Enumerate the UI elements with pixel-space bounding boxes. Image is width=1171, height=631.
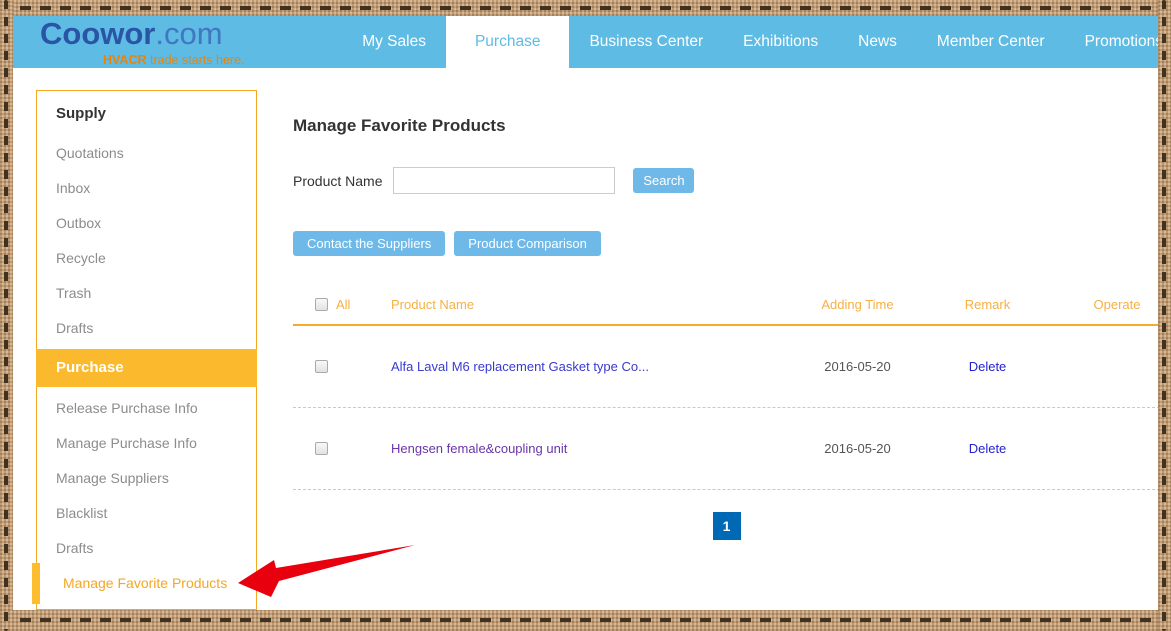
search-button[interactable]: Search — [633, 168, 694, 193]
sidebar-item-recycle[interactable]: Recycle — [37, 241, 256, 276]
favorites-table: All Product Name Adding Time Remark Oper… — [293, 285, 1160, 490]
coowor-manage-favorite-products-page: Coowor.com HVACR trade starts here. My S… — [0, 0, 1171, 631]
logo-brand-text: Coowor — [40, 16, 155, 51]
sidebar-section-supply: Supply — [37, 91, 256, 136]
adding-time-cell: 2016-05-20 — [790, 359, 925, 374]
sidebar-item-inbox[interactable]: Inbox — [37, 171, 256, 206]
main-content: Manage Favorite Products Product Name Se… — [293, 100, 1160, 540]
delete-link[interactable]: Delete — [969, 441, 1007, 456]
sidebar-item-blacklist[interactable]: Blacklist — [37, 496, 256, 531]
main-nav: My Sales Purchase Business Center Exhibi… — [342, 16, 1171, 68]
sidebar-section-purchase[interactable]: Purchase — [36, 349, 257, 387]
nav-tab-news[interactable]: News — [838, 16, 917, 68]
frame-border-top — [0, 0, 1171, 16]
nav-tab-promotions[interactable]: Promotions — [1065, 16, 1171, 68]
row-checkbox-cell — [293, 360, 391, 373]
table-header-row: All Product Name Adding Time Remark Oper… — [293, 285, 1160, 326]
stitch-decoration — [0, 618, 1171, 622]
stitch-decoration — [4, 0, 8, 631]
contact-suppliers-button[interactable]: Contact the Suppliers — [293, 231, 445, 256]
tagline-bold: HVACR — [103, 53, 147, 67]
row-checkbox-cell — [293, 442, 391, 455]
search-row: Product Name Search — [293, 167, 1160, 194]
row-checkbox[interactable] — [315, 360, 328, 373]
nav-tab-business-center[interactable]: Business Center — [569, 16, 723, 68]
header-adding-time: Adding Time — [790, 297, 925, 312]
sidebar: Supply Quotations Inbox Outbox Recycle T… — [36, 90, 257, 610]
stitch-decoration — [1162, 0, 1166, 631]
select-all-label: All — [336, 297, 350, 312]
sidebar-item-manage-suppliers[interactable]: Manage Suppliers — [37, 461, 256, 496]
product-name-cell: Hengsen female&coupling unit — [391, 441, 790, 456]
pagination-page-1[interactable]: 1 — [713, 512, 741, 540]
header-select-all: All — [293, 297, 391, 312]
product-name-cell: Alfa Laval M6 replacement Gasket type Co… — [391, 359, 790, 374]
sidebar-item-quotations[interactable]: Quotations — [37, 136, 256, 171]
frame-border-left — [0, 0, 13, 631]
nav-tab-purchase[interactable]: Purchase — [446, 16, 569, 68]
product-name-input[interactable] — [393, 167, 615, 194]
adding-time-cell: 2016-05-20 — [790, 441, 925, 456]
sidebar-item-purchase-drafts[interactable]: Drafts — [37, 531, 256, 566]
sidebar-item-release-purchase-info[interactable]: Release Purchase Info — [37, 391, 256, 426]
remark-cell: Delete — [925, 441, 1050, 456]
header-product-name: Product Name — [391, 297, 790, 312]
product-link[interactable]: Hengsen female&coupling unit — [391, 441, 567, 456]
table-row: Alfa Laval M6 replacement Gasket type Co… — [293, 326, 1160, 408]
sidebar-item-manage-purchase-info[interactable]: Manage Purchase Info — [37, 426, 256, 461]
sidebar-item-trash[interactable]: Trash — [37, 276, 256, 311]
delete-link[interactable]: Delete — [969, 359, 1007, 374]
logo-suffix-text: .com — [155, 16, 222, 51]
frame-border-bottom — [0, 610, 1171, 631]
stitch-decoration — [0, 6, 1171, 10]
bulk-actions: Contact the Suppliers Product Comparison — [293, 231, 1160, 256]
product-name-label: Product Name — [293, 173, 382, 189]
select-all-checkbox[interactable] — [315, 298, 328, 311]
nav-tab-exhibitions[interactable]: Exhibitions — [723, 16, 838, 68]
nav-tab-my-sales[interactable]: My Sales — [342, 16, 446, 68]
header-remark: Remark — [925, 297, 1050, 312]
header-operate: Operate — [1050, 297, 1160, 312]
remark-cell: Delete — [925, 359, 1050, 374]
nav-tab-member-center[interactable]: Member Center — [917, 16, 1065, 68]
sidebar-item-manage-favorite-products[interactable]: Manage Favorite Products — [37, 566, 256, 601]
row-checkbox[interactable] — [315, 442, 328, 455]
table-row: Hengsen female&coupling unit 2016-05-20 … — [293, 408, 1160, 490]
tagline-rest: trade starts here. — [147, 53, 245, 67]
top-header: Coowor.com HVACR trade starts here. My S… — [13, 16, 1158, 68]
sidebar-item-supply-drafts[interactable]: Drafts — [37, 311, 256, 346]
coowor-logo[interactable]: Coowor.com — [40, 17, 223, 57]
frame-border-right — [1158, 0, 1171, 631]
logo-tagline: HVACR trade starts here. — [103, 53, 245, 67]
product-comparison-button[interactable]: Product Comparison — [454, 231, 601, 256]
sidebar-purchase-list: Release Purchase Info Manage Purchase In… — [37, 387, 256, 601]
sidebar-item-outbox[interactable]: Outbox — [37, 206, 256, 241]
product-link[interactable]: Alfa Laval M6 replacement Gasket type Co… — [391, 359, 649, 374]
page-title: Manage Favorite Products — [293, 116, 1160, 136]
